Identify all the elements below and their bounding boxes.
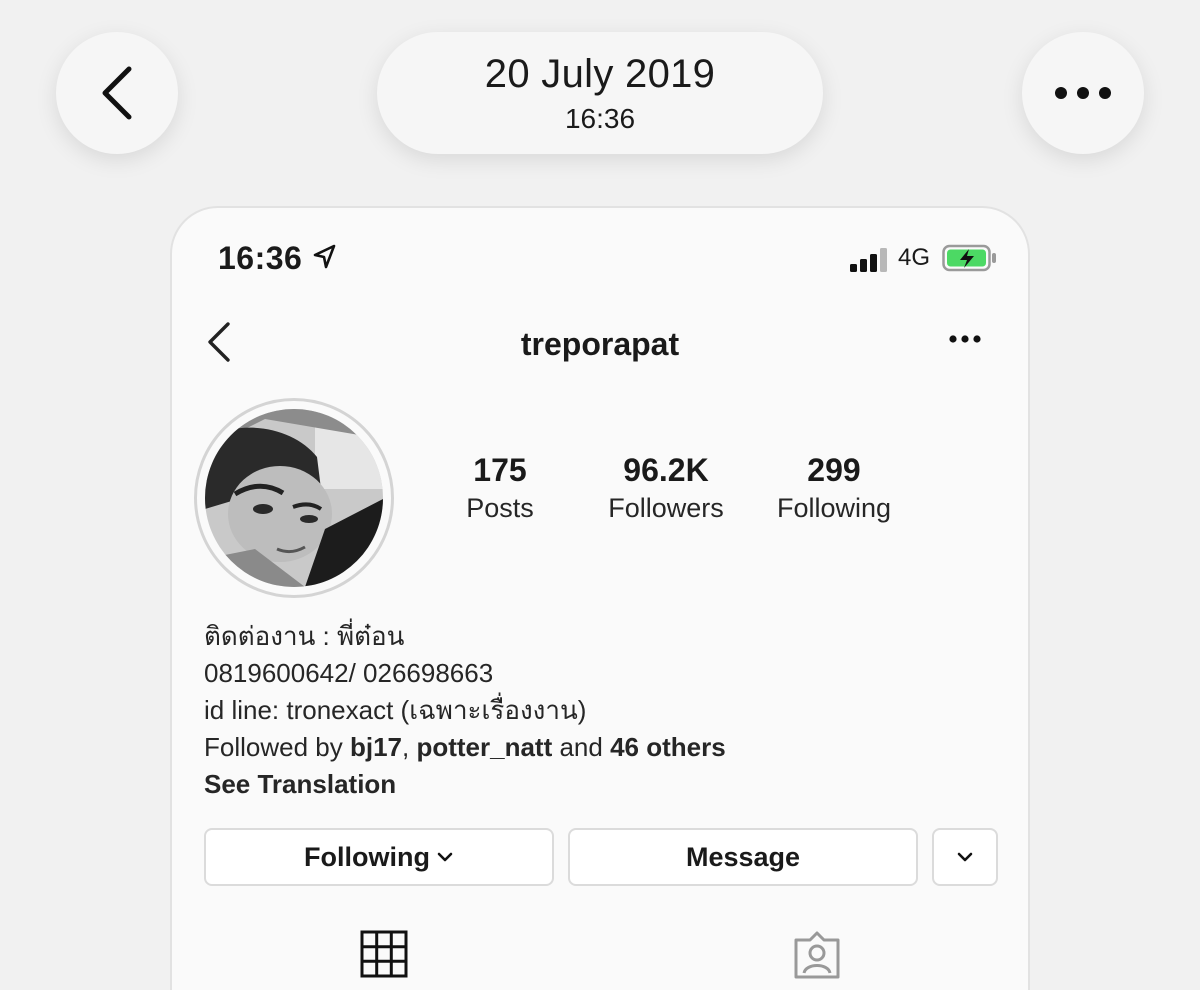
location-arrow-icon: [313, 244, 336, 269]
bio-line: ติดต่องาน : พี่ต๋อน: [204, 621, 405, 651]
viewer-more-button[interactable]: [1022, 32, 1144, 154]
stat-label: Followers: [608, 493, 724, 523]
following-button[interactable]: Following: [204, 828, 554, 886]
chevron-left-icon: [102, 66, 132, 120]
tagged-person-icon[interactable]: [792, 930, 842, 980]
followed-user[interactable]: bj17: [350, 732, 402, 762]
following-label: Following: [304, 841, 430, 872]
stat-posts[interactable]: 175 Posts: [420, 452, 580, 524]
stat-label: Following: [776, 493, 892, 523]
battery-charging-icon: [942, 244, 996, 272]
stat-value: 175: [473, 452, 527, 488]
network-label: 4G: [898, 244, 931, 271]
profile-bio: ติดต่องาน : พี่ต๋อน 0819600642/ 02669866…: [204, 618, 1004, 803]
profile-photo: [205, 409, 383, 587]
suggested-dropdown-button[interactable]: [932, 828, 998, 886]
followed-user[interactable]: potter_natt: [416, 732, 552, 762]
followed-prefix: Followed by: [204, 732, 350, 762]
stat-value: 96.2K: [623, 452, 709, 488]
stat-followers[interactable]: 96.2K Followers: [586, 452, 746, 524]
followed-by[interactable]: Followed by bj17, potter_natt and 46 oth…: [204, 729, 1004, 766]
viewer-back-button[interactable]: [56, 32, 178, 154]
stat-label: Posts: [466, 493, 534, 523]
more-horizontal-icon[interactable]: [948, 334, 982, 344]
signal-bars-icon: [850, 248, 887, 272]
profile-nav-bar: treporapat: [172, 308, 1028, 378]
message-label: Message: [685, 841, 801, 872]
viewer-time: 16:36: [564, 103, 636, 134]
grid-icon[interactable]: [360, 930, 408, 978]
followed-and: and: [552, 732, 611, 762]
viewer-date: 20 July 2019: [484, 52, 716, 96]
status-time: 16:36: [218, 240, 303, 276]
followed-others[interactable]: 46 others: [610, 732, 726, 762]
status-bar: 16:36 4G: [172, 208, 1028, 308]
date-time-pill: 20 July 2019 16:36: [377, 32, 823, 154]
see-translation-link[interactable]: See Translation: [204, 766, 1004, 803]
phone-screenshot: 16:36 4G treporapat 175 Posts 96.2K Foll…: [170, 206, 1030, 990]
bio-line: id line: tronexact (เฉพาะเรื่องงาน): [204, 695, 587, 725]
chevron-down-icon: [437, 852, 453, 862]
more-horizontal-icon: [1055, 87, 1111, 99]
bio-line: 0819600642/ 026698663: [204, 658, 494, 688]
stat-value: 299: [807, 452, 861, 488]
stat-following[interactable]: 299 Following: [754, 452, 914, 524]
message-button[interactable]: Message: [568, 828, 918, 886]
avatar[interactable]: [194, 398, 394, 598]
chevron-down-icon: [957, 852, 973, 862]
followed-sep: ,: [402, 732, 417, 762]
profile-username: treporapat: [520, 326, 680, 362]
